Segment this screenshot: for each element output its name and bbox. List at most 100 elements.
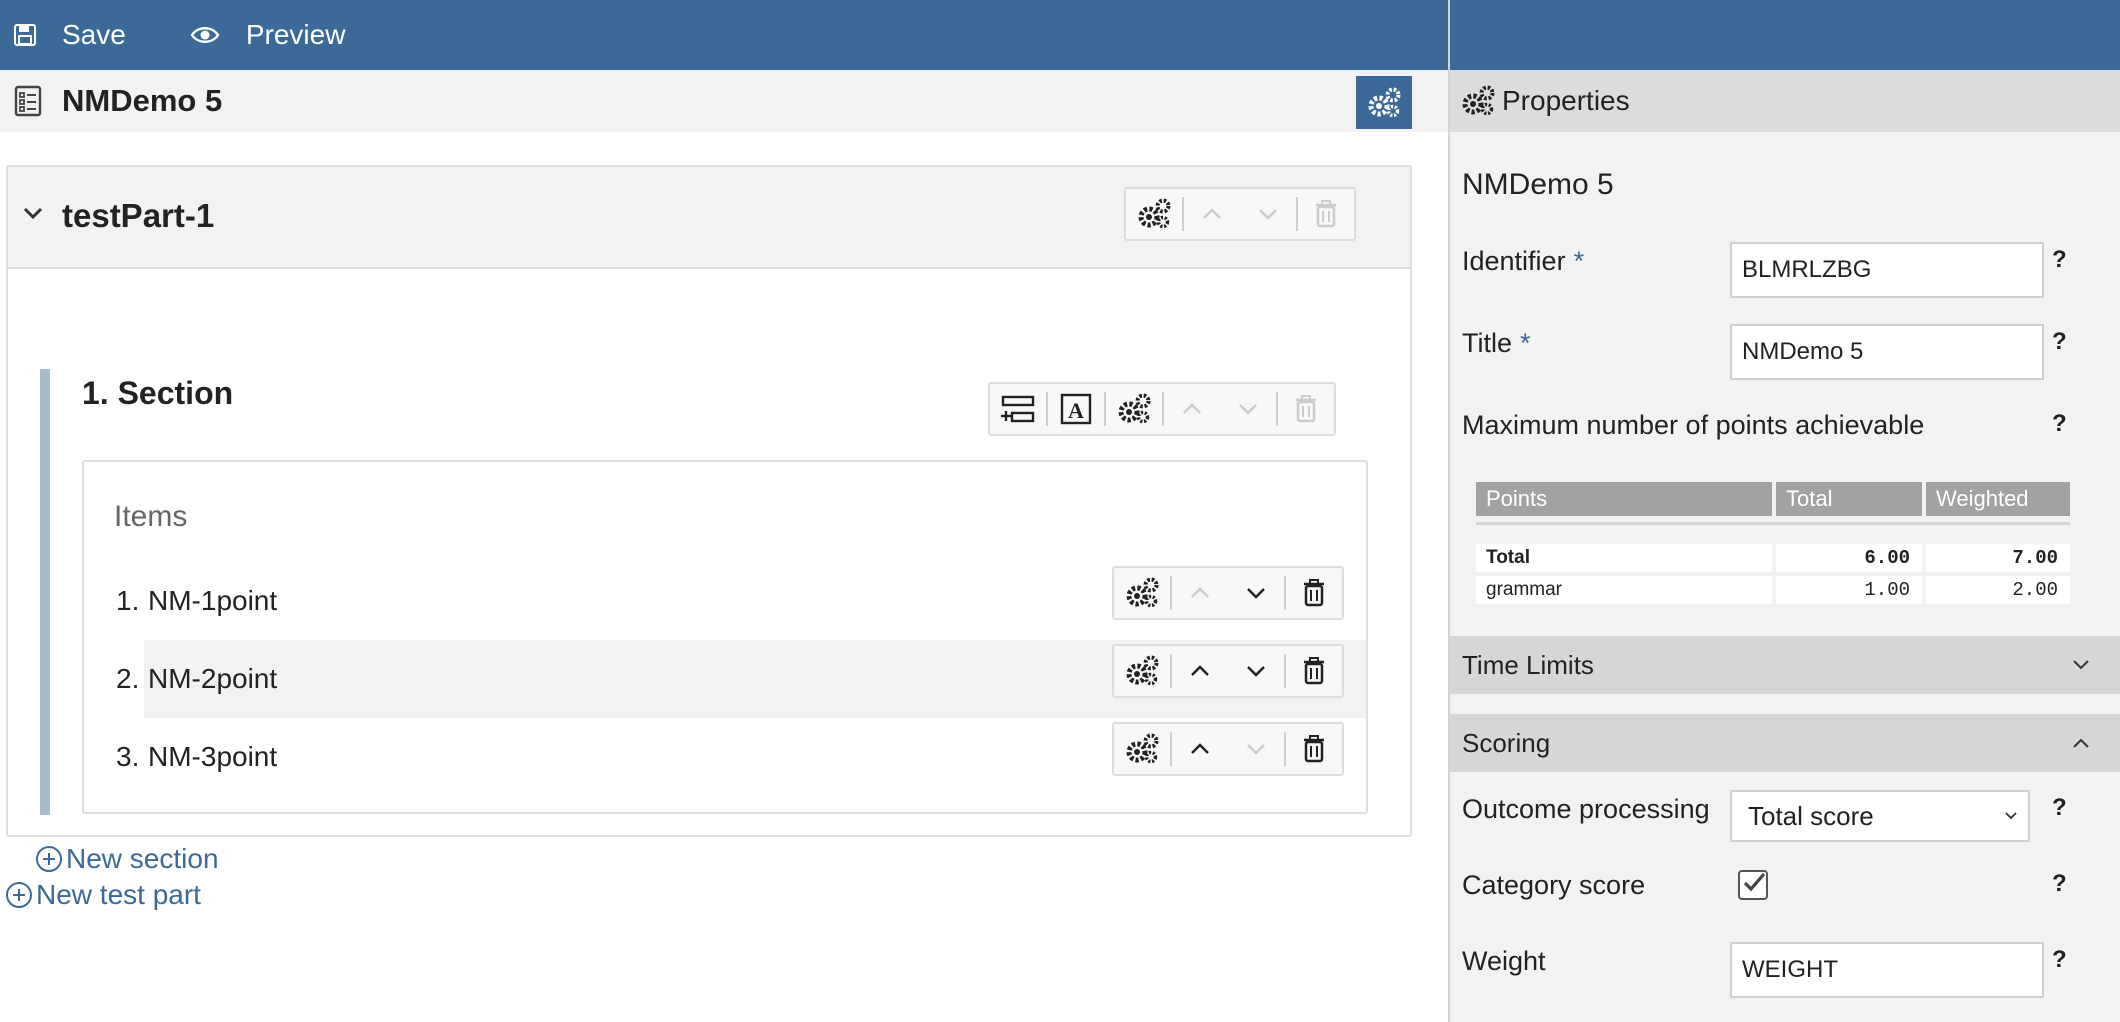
outcome-processing-select[interactable]: Total score xyxy=(1730,790,2030,842)
item-properties-button[interactable] xyxy=(1114,568,1170,618)
help-icon[interactable]: ? xyxy=(2052,794,2067,822)
section-properties-button[interactable] xyxy=(1106,384,1162,434)
trash-icon xyxy=(1296,395,1316,423)
move-up-button[interactable] xyxy=(1164,384,1220,434)
trash-icon xyxy=(1304,579,1324,607)
chevron-up-icon xyxy=(1191,743,1209,754)
item-number: 1. xyxy=(116,585,140,616)
properties-panel: Properties NMDemo 5 Identifier * BLMRLZBG… xyxy=(1450,70,2120,1022)
move-up-button[interactable] xyxy=(1172,568,1228,618)
trash-icon xyxy=(1316,200,1336,228)
move-down-button[interactable] xyxy=(1228,568,1284,618)
category-score-label: Category score xyxy=(1462,870,1646,900)
properties-test-name: NMDemo 5 xyxy=(1462,168,1614,201)
title-field[interactable]: NMDemo 5 xyxy=(1730,324,2044,380)
item-name[interactable]: NM-2point xyxy=(148,663,277,695)
help-icon[interactable]: ? xyxy=(2052,410,2067,438)
max-points-label: Maximum number of points achievable xyxy=(1462,410,1925,440)
delete-button[interactable] xyxy=(1278,384,1334,434)
list-item[interactable]: 1. NM-1point xyxy=(84,562,1366,640)
test-part-header: testPart-1 xyxy=(8,167,1410,269)
floppy-disk-icon xyxy=(14,24,36,46)
new-test-part-link[interactable]: New test part xyxy=(4,879,201,911)
move-up-button[interactable] xyxy=(1172,724,1228,774)
test-properties-button[interactable] xyxy=(1356,76,1412,129)
chevron-down-icon xyxy=(1247,666,1265,677)
item-number: 2. xyxy=(116,663,140,694)
move-down-button[interactable] xyxy=(1228,646,1284,696)
add-item-button[interactable] xyxy=(990,384,1046,434)
delete-button[interactable] xyxy=(1286,724,1342,774)
trash-icon xyxy=(1304,657,1324,685)
test-editor: NMDemo 5 testPart-1 1. Section A Items 1… xyxy=(0,70,1448,1022)
title-label: Title * xyxy=(1462,328,1531,358)
chevron-down-icon xyxy=(1247,588,1265,599)
gears-icon xyxy=(1126,733,1159,764)
item-name[interactable]: NM-1point xyxy=(148,585,277,617)
test-part-toolbar xyxy=(1124,187,1356,241)
identifier-field[interactable]: BLMRLZBG xyxy=(1730,242,2044,298)
new-test-part-label: New test part xyxy=(36,879,201,910)
scoring-label: Scoring xyxy=(1462,727,1551,758)
move-down-button[interactable] xyxy=(1228,724,1284,774)
item-toolbar xyxy=(1112,566,1344,620)
save-button[interactable]: Save xyxy=(14,19,126,51)
points-row-total: 1.00 xyxy=(1776,576,1922,604)
insert-row-icon xyxy=(1001,395,1035,423)
test-part-properties-button[interactable] xyxy=(1126,189,1182,239)
chevron-up-icon xyxy=(1203,208,1221,219)
points-row-weighted: 7.00 xyxy=(1926,544,2070,572)
gears-icon xyxy=(1462,85,1495,116)
category-score-checkbox[interactable] xyxy=(1738,870,1768,900)
text-block-icon: A xyxy=(1060,393,1092,425)
section-title: 1. Section xyxy=(82,375,234,411)
delete-button[interactable] xyxy=(1286,646,1342,696)
item-toolbar xyxy=(1112,644,1344,698)
help-icon[interactable]: ? xyxy=(2052,328,2067,356)
move-up-button[interactable] xyxy=(1184,189,1240,239)
items-label: Items xyxy=(114,500,188,533)
chevron-down-icon xyxy=(1247,744,1265,755)
gears-icon xyxy=(1368,87,1401,117)
move-down-button[interactable] xyxy=(1220,384,1276,434)
checkmark-icon xyxy=(1743,872,1766,892)
help-icon[interactable]: ? xyxy=(2052,246,2067,274)
move-down-button[interactable] xyxy=(1240,189,1296,239)
scoring-accordion[interactable]: Scoring xyxy=(1450,714,2120,772)
preview-button[interactable]: Preview xyxy=(190,19,345,51)
new-section-link[interactable]: New section xyxy=(34,843,219,875)
gears-icon xyxy=(1118,393,1151,424)
save-label: Save xyxy=(62,19,126,50)
move-up-button[interactable] xyxy=(1172,646,1228,696)
help-icon[interactable]: ? xyxy=(2052,946,2067,974)
chevron-down-icon[interactable] xyxy=(22,205,44,221)
rubric-block-button[interactable]: A xyxy=(1048,384,1104,434)
item-properties-button[interactable] xyxy=(1114,724,1170,774)
item-toolbar xyxy=(1112,722,1344,776)
list-item[interactable]: 3. NM-3point xyxy=(84,718,1366,796)
new-section-label: New section xyxy=(66,843,219,874)
points-row-label: grammar xyxy=(1476,576,1772,604)
top-toolbar: Save Preview xyxy=(0,0,2120,70)
item-name[interactable]: NM-3point xyxy=(148,741,277,773)
chevron-down-icon xyxy=(1239,404,1257,415)
trash-icon xyxy=(1304,735,1324,763)
time-limits-accordion[interactable]: Time Limits xyxy=(1450,636,2120,694)
time-limits-label: Time Limits xyxy=(1462,649,1594,680)
item-properties-button[interactable] xyxy=(1114,646,1170,696)
delete-button[interactable] xyxy=(1298,189,1354,239)
gears-icon xyxy=(1126,577,1159,608)
section-indicator xyxy=(40,369,50,815)
points-row-weighted: 2.00 xyxy=(1926,576,2070,604)
list-item[interactable]: 2. NM-2point xyxy=(84,640,1366,718)
identifier-label: Identifier * xyxy=(1462,246,1585,276)
properties-header: Properties xyxy=(1450,70,2120,132)
weight-field[interactable]: WEIGHT xyxy=(1730,942,2044,998)
table-row: grammar 1.00 2.00 xyxy=(1476,576,2070,604)
table-row: Total 6.00 7.00 xyxy=(1476,544,2070,572)
help-icon[interactable]: ? xyxy=(2052,870,2067,898)
weighted-column-header: Weighted xyxy=(1926,482,2070,516)
delete-button[interactable] xyxy=(1286,568,1342,618)
properties-title: Properties xyxy=(1502,85,1630,116)
plus-circle-icon xyxy=(6,882,32,908)
